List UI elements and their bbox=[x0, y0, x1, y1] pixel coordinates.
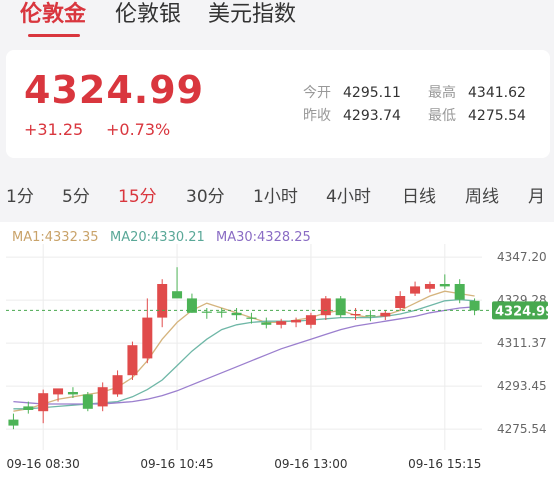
candle-body bbox=[201, 311, 212, 313]
period-monthly[interactable]: 月 bbox=[528, 184, 545, 210]
period-4hour[interactable]: 4小时 bbox=[326, 184, 371, 210]
current-price: 4324.99 bbox=[24, 68, 205, 112]
y-tick-label: 4347.20 bbox=[497, 250, 547, 264]
x-tick-label: 09-16 15:15 bbox=[408, 457, 481, 471]
y-tick-label: 4311.37 bbox=[497, 336, 547, 350]
price-change: +31.25 bbox=[24, 120, 84, 139]
candle-body bbox=[8, 419, 19, 426]
candle-body bbox=[395, 296, 406, 308]
period-15min[interactable]: 15分 bbox=[118, 184, 157, 210]
candle-body bbox=[38, 393, 49, 412]
kline-chart-area[interactable]: MA1:4332.35 MA20:4330.21 MA30:4328.25 43… bbox=[0, 222, 554, 477]
prev-close-value: 4293.74 bbox=[343, 108, 401, 124]
ma-line-ma20 bbox=[13, 298, 475, 410]
candle-body bbox=[350, 314, 361, 316]
tab-gold[interactable]: 伦敦金 bbox=[20, 0, 86, 30]
candle-body bbox=[23, 406, 34, 410]
period-30min[interactable]: 30分 bbox=[186, 184, 225, 210]
candle-body bbox=[172, 291, 183, 299]
x-tick-label: 09-16 10:45 bbox=[140, 457, 213, 471]
candle-body bbox=[261, 322, 272, 325]
candle-body bbox=[410, 286, 421, 294]
candle-body bbox=[335, 298, 346, 316]
quote-card: 4324.99 +31.25 +0.73% 今开 4295.11 昨收 4293… bbox=[6, 50, 550, 158]
candle-body bbox=[424, 284, 435, 289]
candle-body bbox=[67, 392, 78, 395]
candle-body bbox=[157, 284, 168, 318]
open-label: 今开 bbox=[303, 85, 331, 101]
current-price-tag-label: 4324.99 bbox=[495, 304, 554, 319]
period-selector: 1分 5分 15分 30分 1小时 4小时 日线 周线 月 bbox=[0, 184, 554, 212]
period-5min[interactable]: 5分 bbox=[62, 184, 90, 210]
low-value: 4275.54 bbox=[468, 108, 526, 124]
active-tab-indicator bbox=[28, 34, 80, 37]
y-tick-label: 4275.54 bbox=[497, 422, 547, 436]
candle-body bbox=[365, 315, 376, 317]
prev-close-label: 昨收 bbox=[303, 108, 331, 124]
candle-body bbox=[276, 321, 287, 325]
period-daily[interactable]: 日线 bbox=[402, 184, 436, 210]
tab-dollar-index[interactable]: 美元指数 bbox=[208, 0, 296, 30]
candle-body bbox=[439, 284, 450, 287]
candle-body bbox=[320, 298, 331, 316]
ma-line-ma30 bbox=[13, 306, 475, 405]
period-1min[interactable]: 1分 bbox=[6, 184, 34, 210]
candle-body bbox=[469, 300, 480, 311]
low-label: 最低 bbox=[428, 108, 456, 124]
x-tick-label: 09-16 08:30 bbox=[7, 457, 80, 471]
candle-body bbox=[127, 345, 138, 376]
candle-body bbox=[291, 320, 302, 323]
high-value: 4341.62 bbox=[468, 85, 526, 101]
candle-body bbox=[142, 317, 153, 359]
x-tick-label: 09-16 13:00 bbox=[274, 457, 347, 471]
price-change-percent: +0.73% bbox=[106, 120, 171, 139]
candle-body bbox=[97, 387, 108, 407]
candle-body bbox=[380, 312, 391, 317]
high-label: 最高 bbox=[428, 85, 456, 101]
candle-body bbox=[216, 311, 227, 313]
ma-line-ma1 bbox=[13, 290, 475, 412]
y-tick-label: 4293.45 bbox=[497, 379, 547, 393]
instrument-tabs: 伦敦金 伦敦银 美元指数 bbox=[0, 0, 554, 48]
period-1hour[interactable]: 1小时 bbox=[253, 184, 298, 210]
candle-body bbox=[82, 394, 93, 409]
period-weekly[interactable]: 周线 bbox=[465, 184, 499, 210]
tab-silver[interactable]: 伦敦银 bbox=[115, 0, 181, 30]
open-value: 4295.11 bbox=[343, 85, 401, 101]
candle-body bbox=[305, 315, 316, 325]
candle-body bbox=[454, 284, 465, 300]
candle-body bbox=[112, 375, 123, 395]
candlestick-chart: 4347.204329.284311.374293.454275.544324.… bbox=[6, 244, 554, 471]
candle-body bbox=[246, 317, 257, 319]
candle-body bbox=[231, 312, 242, 316]
candle-body bbox=[53, 388, 64, 395]
